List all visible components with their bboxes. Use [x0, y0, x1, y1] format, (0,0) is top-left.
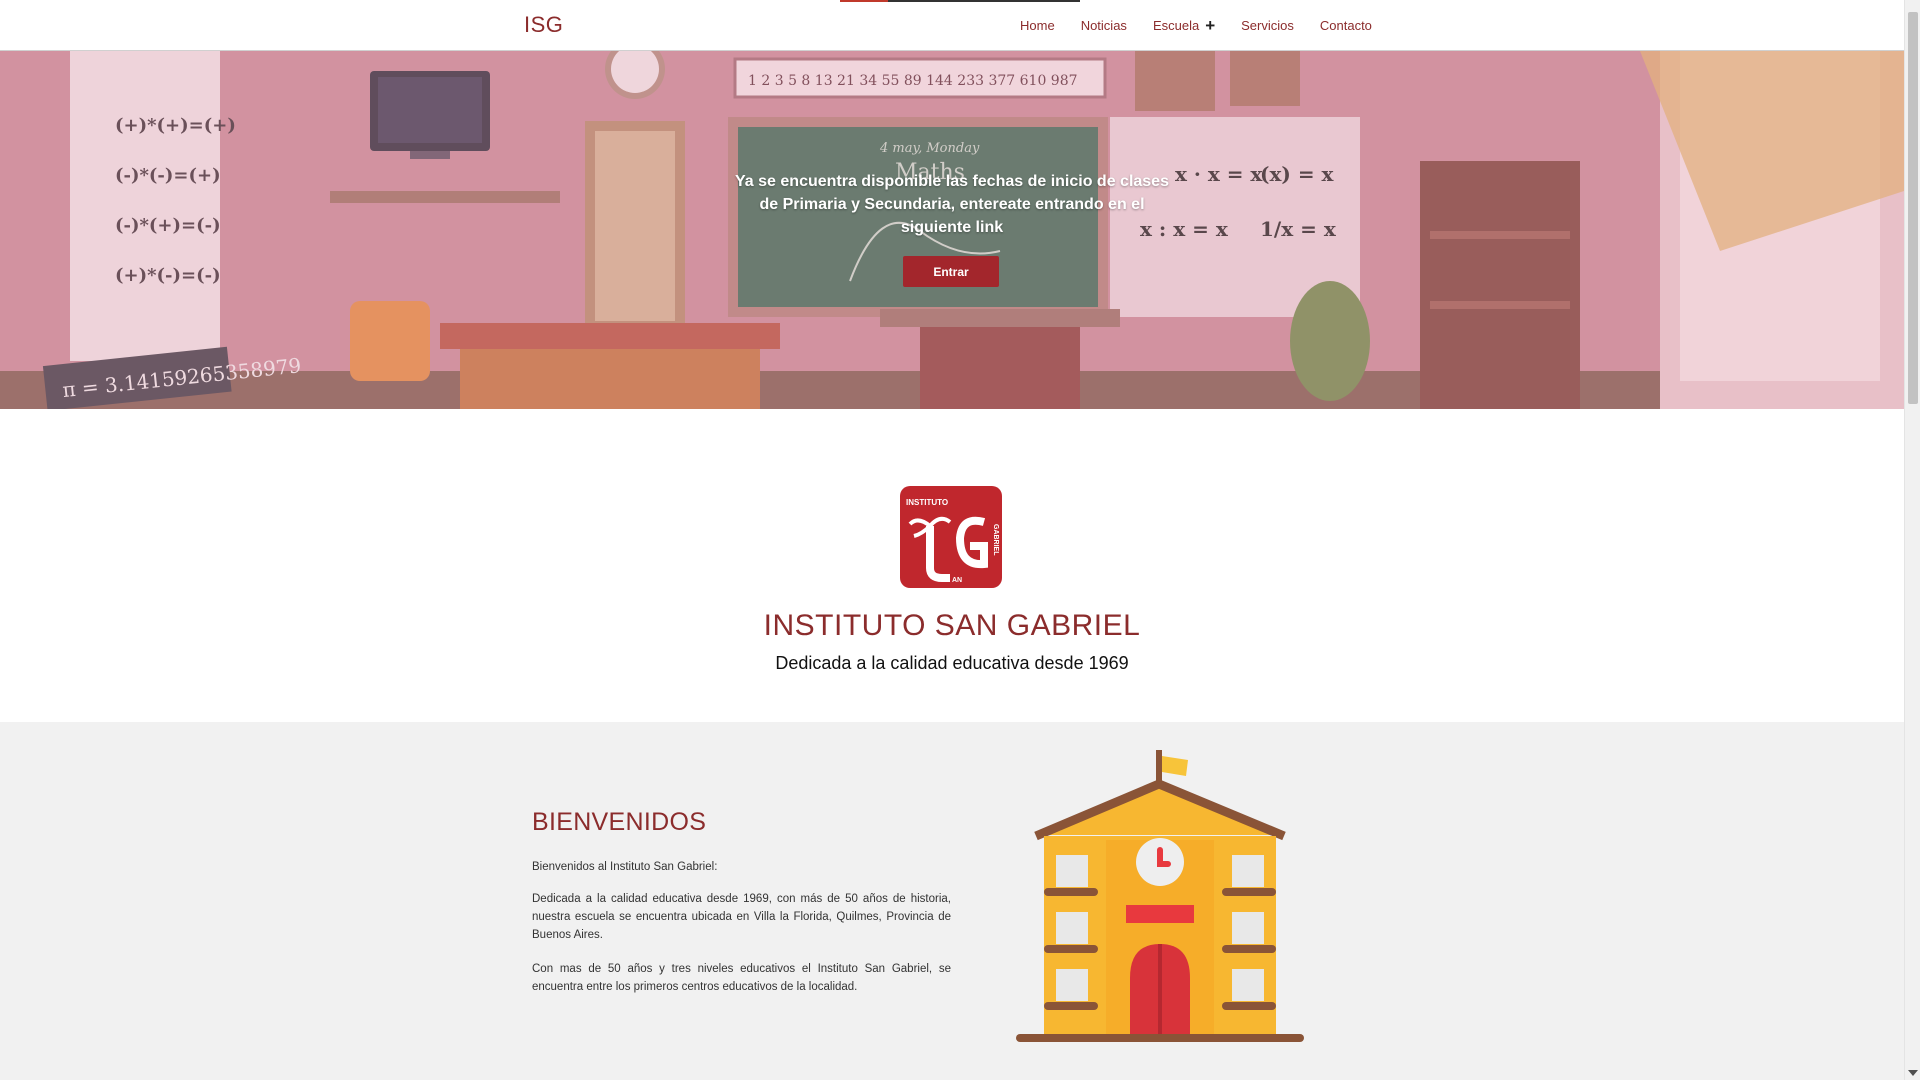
nav-link-home[interactable]: Home	[1020, 18, 1055, 33]
nav-dropdown-escuela[interactable]: Escuela +	[1153, 17, 1215, 34]
nav-link-noticias[interactable]: Noticias	[1081, 18, 1127, 33]
welcome-paragraph-3: Con mas de 50 años y tres niveles educat…	[532, 963, 951, 993]
nav-link-servicios[interactable]: Servicios	[1241, 18, 1294, 33]
logo-text-gabriel: GABRIEL	[992, 524, 999, 556]
page-scrollbar[interactable]	[1904, 0, 1920, 1080]
welcome-paragraph-1: Bienvenidos al Instituto San Gabriel:	[532, 861, 718, 873]
logo-text-an: AN	[952, 577, 962, 584]
school-building-illustration	[1016, 750, 1304, 1042]
scrollbar-thumb[interactable]	[1908, 12, 1918, 404]
intro-section: INSTITUTO GABRIEL AN INSTITUTO SAN GABRI…	[0, 409, 1904, 722]
navbar: ISG Home Noticias Escuela + Servicios Co…	[0, 0, 1904, 51]
school-title: INSTITUTO SAN GABRIEL	[763, 609, 1141, 642]
plus-icon: +	[1205, 16, 1216, 35]
nav-link-escuela-label: Escuela	[1152, 18, 1200, 33]
nav-link-contacto[interactable]: Contacto	[1320, 18, 1372, 33]
hero-announcement-text: Ya se encuentra disponible las fechas de…	[735, 173, 1169, 236]
school-logo: INSTITUTO GABRIEL AN	[900, 486, 1002, 588]
brand-logo-link[interactable]: ISG	[524, 12, 563, 38]
school-subtitle: Dedicada a la calidad educativa desde 19…	[775, 653, 1129, 673]
nav-active-indicator-accent	[840, 0, 888, 2]
hero-banner: (+)*(+)=(+) (-)*(-)=(+) (-)*(+)=(-) (+)*…	[0, 51, 1904, 409]
welcome-section: BIENVENIDOS Bienvenidos al Instituto San…	[0, 722, 1904, 1080]
enter-button[interactable]: Entrar	[903, 256, 999, 287]
nav-links: Home Noticias Escuela + Servicios Contac…	[1020, 0, 1372, 51]
welcome-paragraph-2: Dedicada a la calidad educativa desde 19…	[532, 893, 951, 941]
welcome-title: BIENVENIDOS	[532, 808, 707, 836]
scroll-down-arrow-icon[interactable]	[1908, 1070, 1918, 1076]
logo-text-instituto: INSTITUTO	[906, 498, 948, 507]
